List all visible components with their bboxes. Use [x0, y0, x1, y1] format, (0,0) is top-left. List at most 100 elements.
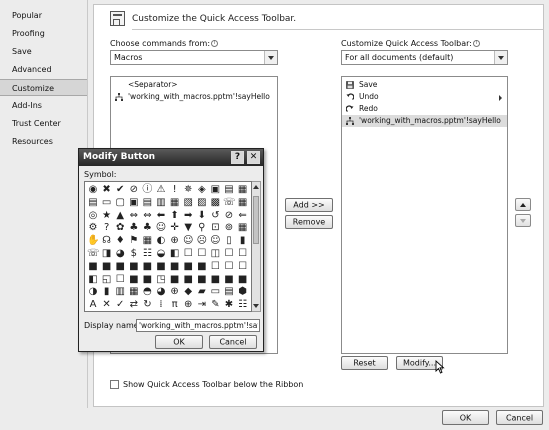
- dialog-cancel-button[interactable]: Cancel: [209, 335, 257, 349]
- symbol-cell[interactable]: ⁞: [155, 299, 167, 311]
- symbol-cell[interactable]: ■: [169, 261, 181, 273]
- symbol-cell[interactable]: ▣: [128, 197, 140, 209]
- scroll-down-icon[interactable]: [253, 303, 259, 309]
- close-icon[interactable]: ✕: [247, 151, 260, 164]
- symbol-cell[interactable]: ⚠: [155, 184, 167, 196]
- symbol-cell[interactable]: A: [87, 299, 99, 311]
- symbol-cell[interactable]: ★: [101, 210, 113, 222]
- symbol-cell[interactable]: ■: [196, 261, 208, 273]
- symbol-cell[interactable]: ⊘: [223, 210, 235, 222]
- symbol-cell[interactable]: ■: [182, 274, 194, 286]
- symbol-cell[interactable]: ☐: [223, 248, 235, 260]
- symbol-cell[interactable]: ✎: [209, 299, 221, 311]
- symbol-cell[interactable]: ☷: [237, 299, 249, 311]
- dialog-ok-button[interactable]: OK: [155, 335, 203, 349]
- symbol-scrollbar[interactable]: [252, 181, 261, 312]
- symbol-cell[interactable]: ▰: [196, 286, 208, 298]
- symbol-cell[interactable]: ➡: [182, 210, 194, 222]
- symbol-cell[interactable]: ◓: [141, 286, 153, 298]
- symbol-cell[interactable]: $: [128, 248, 140, 260]
- symbol-cell[interactable]: ◉: [87, 184, 99, 196]
- symbol-cell[interactable]: ?: [101, 222, 113, 234]
- symbol-cell[interactable]: ⬇: [196, 210, 208, 222]
- symbol-cell[interactable]: ▯: [223, 235, 235, 247]
- symbol-cell[interactable]: ⇔: [141, 210, 153, 222]
- add-button[interactable]: Add >>: [285, 198, 333, 212]
- customize-toolbar-dropdown[interactable]: For all documents (default): [341, 50, 508, 65]
- symbol-cell[interactable]: ▮: [237, 235, 249, 247]
- symbol-cell[interactable]: ◫: [209, 248, 221, 260]
- symbol-cell[interactable]: ▢: [114, 197, 126, 209]
- symbol-cell[interactable]: ⇄: [128, 299, 140, 311]
- dialog-title-bar[interactable]: Modify Button ? ✕: [79, 149, 263, 166]
- symbol-cell[interactable]: !: [169, 184, 181, 196]
- symbol-cell[interactable]: ☷: [141, 248, 153, 260]
- symbol-cell[interactable]: ☐: [196, 248, 208, 260]
- symbol-cell[interactable]: ◨: [101, 248, 113, 260]
- symbol-cell[interactable]: ⬅: [155, 210, 167, 222]
- symbol-cell[interactable]: π: [169, 299, 181, 311]
- symbol-cell[interactable]: ♣: [141, 222, 153, 234]
- symbol-cell[interactable]: ☏: [87, 248, 100, 260]
- symbol-cell[interactable]: ◕: [114, 248, 126, 260]
- symbol-cell[interactable]: ▼: [182, 222, 194, 234]
- chevron-down-icon[interactable]: [264, 51, 277, 64]
- nav-item-resources[interactable]: Resources: [0, 133, 87, 150]
- symbol-cell[interactable]: ▦: [169, 197, 181, 209]
- symbol-cell[interactable]: ⇔: [128, 210, 140, 222]
- nav-item-customize[interactable]: Customize: [0, 79, 87, 96]
- symbol-cell[interactable]: ■: [101, 261, 113, 273]
- symbol-cell[interactable]: ◈: [196, 184, 208, 196]
- symbol-cell[interactable]: ■: [114, 261, 126, 273]
- symbol-cell[interactable]: ✕: [101, 299, 113, 311]
- symbol-cell[interactable]: ⚙: [87, 222, 99, 234]
- list-item[interactable]: Undo: [342, 91, 507, 103]
- scroll-up-icon[interactable]: [253, 184, 259, 190]
- choose-commands-dropdown[interactable]: Macros: [110, 50, 278, 65]
- display-name-input[interactable]: 'working_with_macros.pptm'!sayHello: [136, 319, 260, 332]
- symbol-cell[interactable]: ⊕: [169, 235, 181, 247]
- symbol-cell[interactable]: ▤: [223, 286, 235, 298]
- symbol-cell[interactable]: ✛: [169, 222, 181, 234]
- list-item[interactable]: Save: [342, 79, 507, 91]
- symbol-cell[interactable]: ☺: [155, 222, 167, 234]
- symbol-grid[interactable]: ◉ ✖ ✔ ⊘ ⓘ ⚠! ✵ ◈ ▣ ▤ ▦ ▤ ▭ ▢ ▣ ▤ ▥ ▦ ▧ ▨ ▩ ☏ ▦ ◎ ★ ▲ ⇔ ⇔ ⬅ ⬆ ➡ ⬇ ↺ ⊘ ⇐ ⚙? ✿ ♣…: [84, 181, 252, 312]
- symbol-cell[interactable]: ■: [182, 261, 194, 273]
- symbol-cell[interactable]: ■: [209, 274, 221, 286]
- symbol-cell[interactable]: ✓: [114, 299, 126, 311]
- symbol-cell[interactable]: ■: [87, 261, 99, 273]
- list-item[interactable]: 'working_with_macros.pptm'!sayHello: [342, 115, 507, 127]
- symbol-cell[interactable]: ◐: [155, 235, 167, 247]
- symbol-cell[interactable]: ▤: [141, 197, 153, 209]
- symbol-cell[interactable]: ▮: [101, 286, 113, 298]
- symbol-cell[interactable]: ⇥: [196, 299, 208, 311]
- nav-item-add-ins[interactable]: Add-Ins: [0, 97, 87, 114]
- symbol-cell[interactable]: ▧: [182, 197, 194, 209]
- symbol-cell[interactable]: ⊕: [169, 286, 181, 298]
- move-up-button[interactable]: [515, 198, 531, 211]
- symbol-cell[interactable]: ▦: [237, 184, 249, 196]
- symbol-cell[interactable]: ▭: [209, 286, 221, 298]
- nav-item-save[interactable]: Save: [0, 43, 87, 60]
- symbol-cell[interactable]: ◳: [155, 274, 167, 286]
- symbol-cell[interactable]: ☹: [196, 235, 208, 247]
- symbol-cell[interactable]: ☐: [223, 261, 235, 273]
- nav-item-proofing[interactable]: Proofing: [0, 25, 87, 42]
- symbol-cell[interactable]: ■: [155, 261, 167, 273]
- symbol-cell[interactable]: ■: [169, 274, 181, 286]
- remove-button[interactable]: Remove: [285, 215, 333, 229]
- symbol-cell[interactable]: ☐: [237, 248, 249, 260]
- help-icon[interactable]: ?: [231, 151, 244, 164]
- symbol-cell[interactable]: ☏: [223, 197, 236, 209]
- symbol-cell[interactable]: ✖: [101, 184, 113, 196]
- cancel-button[interactable]: Cancel: [496, 410, 543, 425]
- symbol-cell[interactable]: ▦: [128, 286, 140, 298]
- symbol-cell[interactable]: ♦: [114, 235, 126, 247]
- symbol-cell[interactable]: ☊: [101, 235, 113, 247]
- symbol-cell[interactable]: ◧: [87, 274, 99, 286]
- symbol-cell[interactable]: ■: [237, 274, 249, 286]
- symbol-cell[interactable]: ◑: [87, 286, 99, 298]
- symbol-cell[interactable]: ♣: [128, 222, 140, 234]
- symbol-cell[interactable]: ▦: [237, 222, 249, 234]
- symbol-cell[interactable]: ✋: [87, 235, 99, 247]
